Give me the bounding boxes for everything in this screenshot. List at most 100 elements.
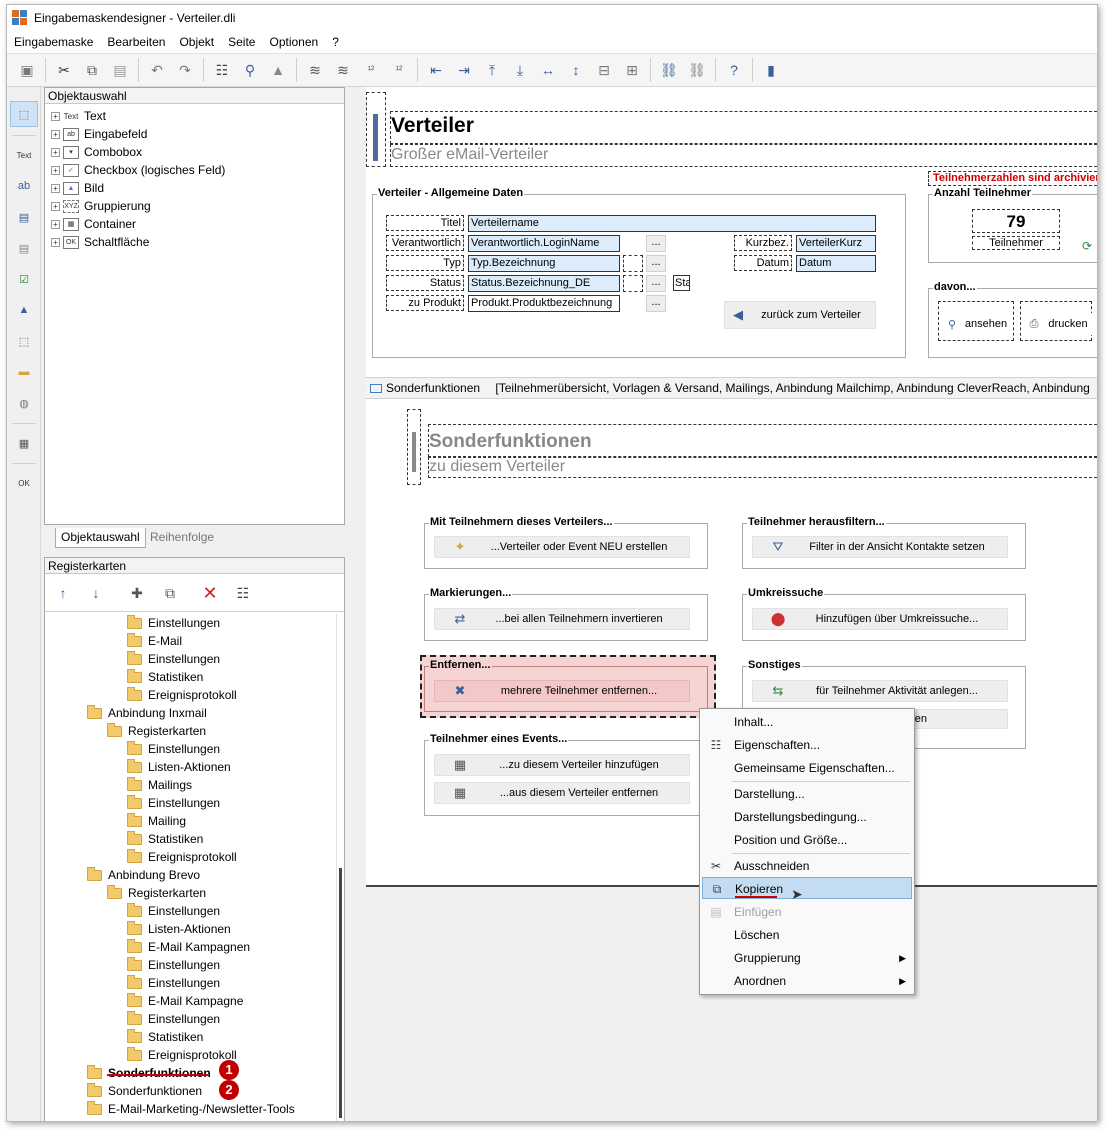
register-item[interactable]: Einstellungen	[127, 902, 220, 920]
register-item[interactable]: Listen-Aktionen	[127, 920, 231, 938]
align-left-icon[interactable]: ⇤	[422, 57, 450, 83]
text-tool-icon[interactable]: Text	[10, 142, 38, 168]
ctx-eigenschaften[interactable]: ☷ Eigenschaften...	[702, 734, 912, 756]
distribute-h-icon[interactable]: ⊟	[590, 57, 618, 83]
tab-reihenfolge[interactable]: Reihenfolge	[145, 528, 219, 548]
register-item[interactable]: Sonderfunktionen	[87, 1064, 211, 1082]
combobox-tool-icon[interactable]: ▤	[10, 204, 38, 230]
status-extra-frame[interactable]	[623, 275, 643, 292]
register-item[interactable]: Ereignisprotokoll	[127, 848, 237, 866]
register-item[interactable]: Einstellungen	[127, 974, 220, 992]
checkbox-tool-icon[interactable]: ☑	[10, 266, 38, 292]
special-title-frame[interactable]: Sonderfunktionen	[428, 424, 1097, 457]
register-item[interactable]: Mailing	[127, 812, 186, 830]
input-field-tool-icon[interactable]: ab	[10, 173, 38, 199]
register-item[interactable]: E-Mail	[127, 632, 182, 650]
register-item[interactable]: E-Mail Kampagnen	[127, 938, 250, 956]
field-typ[interactable]: Typ.Bezeichnung	[468, 255, 620, 272]
tab-objektauswahl[interactable]: Objektauswahl	[55, 528, 146, 548]
field-status[interactable]: Status.Bezeichnung_DE	[468, 275, 620, 292]
header-title-frame[interactable]: Verteiler	[390, 111, 1097, 144]
register-item[interactable]: Einstellungen	[127, 614, 220, 632]
properties-icon[interactable]: ☷	[208, 57, 236, 83]
verteiler-neu-button[interactable]: ✦ ...Verteiler oder Event NEU erstellen	[434, 536, 690, 558]
copy-icon[interactable]: ⧉	[78, 57, 106, 83]
event-hinzufuegen-button[interactable]: ▦ ...zu diesem Verteiler hinzufügen	[434, 754, 690, 776]
register-item[interactable]: Ereignisprotokoll	[127, 686, 237, 704]
button-tool-icon[interactable]: OK	[10, 470, 38, 496]
align-top-icon[interactable]: ⤒	[478, 57, 506, 83]
menu-optionen[interactable]: Optionen	[262, 35, 325, 49]
participant-label-frame[interactable]: Teilnehmer	[972, 236, 1060, 250]
folder-tool-icon[interactable]: ▬	[10, 359, 38, 385]
search-icon[interactable]: ⚲	[236, 57, 264, 83]
distribute-v-icon[interactable]: ⊞	[618, 57, 646, 83]
register-item[interactable]: E-Mail-Marketing-/Newsletter-Tools	[87, 1100, 295, 1118]
register-item[interactable]: Einstellungen	[127, 956, 220, 974]
register-item[interactable]: Statistiken	[127, 830, 203, 848]
new-tab-icon[interactable]: ✚	[123, 580, 151, 606]
invertieren-button[interactable]: ⇄ ...bei allen Teilnehmern invertieren	[434, 608, 690, 630]
align-right-icon[interactable]: ⇥	[450, 57, 478, 83]
register-scrollbar[interactable]	[336, 614, 344, 1121]
list-tool-icon[interactable]: ▤	[10, 235, 38, 261]
cut-icon[interactable]: ✂	[50, 57, 78, 83]
object-item-gruppierung[interactable]: + XYZ Gruppierung	[51, 197, 151, 215]
aktivitaet-anlegen-button[interactable]: ⇆ für Teilnehmer Aktivität anlegen...	[752, 680, 1008, 702]
layers-up-icon[interactable]: ≋	[301, 57, 329, 83]
register-item[interactable]: Registerkarten	[107, 884, 206, 902]
unlink-icon[interactable]: ⛓	[683, 57, 711, 83]
ctx-kopieren[interactable]: ⧉ Kopieren ➤	[702, 877, 912, 902]
save-icon[interactable]: ▣	[13, 57, 41, 83]
object-item-combobox[interactable]: + ▾ Combobox	[51, 143, 142, 161]
register-item[interactable]: Listen-Aktionen	[127, 758, 231, 776]
delete-icon[interactable]: ✕	[196, 580, 224, 606]
field-produkt[interactable]: Produkt.Produktbezeichnung	[468, 295, 620, 312]
back-to-verteiler-button[interactable]: ◀ zurück zum Verteiler	[724, 301, 876, 329]
order-icon[interactable]: ¹²	[357, 57, 385, 83]
ctx-darstellung[interactable]: Darstellung...	[702, 783, 912, 805]
menu-help[interactable]: ?	[325, 35, 346, 49]
register-item[interactable]: Einstellungen	[127, 794, 220, 812]
register-item[interactable]: E-Mail Kampagne	[127, 992, 243, 1010]
ctx-loeschen[interactable]: Löschen	[702, 924, 912, 946]
field-datum[interactable]: Datum	[796, 255, 876, 272]
menu-objekt[interactable]: Objekt	[172, 35, 221, 49]
register-item[interactable]: Registerkarten	[107, 722, 206, 740]
register-item[interactable]: Anbindung Inxmail	[87, 704, 207, 722]
triangle-icon[interactable]: ▲	[264, 57, 292, 83]
field-verantwortlich[interactable]: Verantwortlich.LoginName	[468, 235, 620, 252]
status-picker-button[interactable]: ...	[646, 275, 666, 292]
header-subtitle-frame[interactable]: Großer eMail-Verteiler	[390, 144, 1097, 167]
typ-picker-button[interactable]: ...	[646, 255, 666, 272]
register-item[interactable]: Statistiken	[127, 668, 203, 686]
move-down-icon[interactable]: ↓	[82, 580, 110, 606]
globe-tool-icon[interactable]: ◍	[10, 390, 38, 416]
object-item-checkbox[interactable]: + ✓ Checkbox (logisches Feld)	[51, 161, 225, 179]
produkt-picker-button[interactable]: ...	[646, 295, 666, 312]
ctx-einfuegen[interactable]: ▤ Einfügen	[702, 901, 912, 923]
refresh-icon[interactable]: ⟳	[1082, 239, 1092, 253]
same-height-icon[interactable]: ↕	[562, 57, 590, 83]
teilnehmer-entfernen-button[interactable]: ✖ mehrere Teilnehmer entfernen...	[434, 680, 690, 702]
align-bottom-icon[interactable]: ⤓	[506, 57, 534, 83]
register-item[interactable]: Statistiken	[127, 1028, 203, 1046]
group-tool-icon[interactable]: ⬚	[10, 328, 38, 354]
menu-bearbeiten[interactable]: Bearbeiten	[100, 35, 172, 49]
object-item-schaltflaeche[interactable]: + OK Schaltfläche	[51, 233, 149, 251]
view-button[interactable]: ⚲ ansehen	[941, 313, 1011, 335]
copy-tab-icon[interactable]: ⧉	[156, 580, 184, 606]
redo-icon[interactable]: ↷	[171, 57, 199, 83]
menu-eingabemaske[interactable]: Eingabemaske	[7, 35, 100, 49]
umkreissuche-button[interactable]: ⬤ Hinzufügen über Umkreissuche...	[752, 608, 1008, 630]
ctx-darstellungsbedingung[interactable]: Darstellungsbedingung...	[702, 806, 912, 828]
same-width-icon[interactable]: ↔	[534, 57, 562, 83]
participant-count-frame[interactable]: 79	[972, 209, 1060, 233]
undo-icon[interactable]: ↶	[143, 57, 171, 83]
layers-down-icon[interactable]: ≋	[329, 57, 357, 83]
typ-extra-frame[interactable]	[623, 255, 643, 272]
bookmark-icon[interactable]: ▮	[757, 57, 785, 83]
menu-seite[interactable]: Seite	[221, 35, 262, 49]
ctx-inhalt[interactable]: Inhalt...	[702, 711, 912, 733]
object-item-text[interactable]: + Text Text	[51, 107, 106, 125]
